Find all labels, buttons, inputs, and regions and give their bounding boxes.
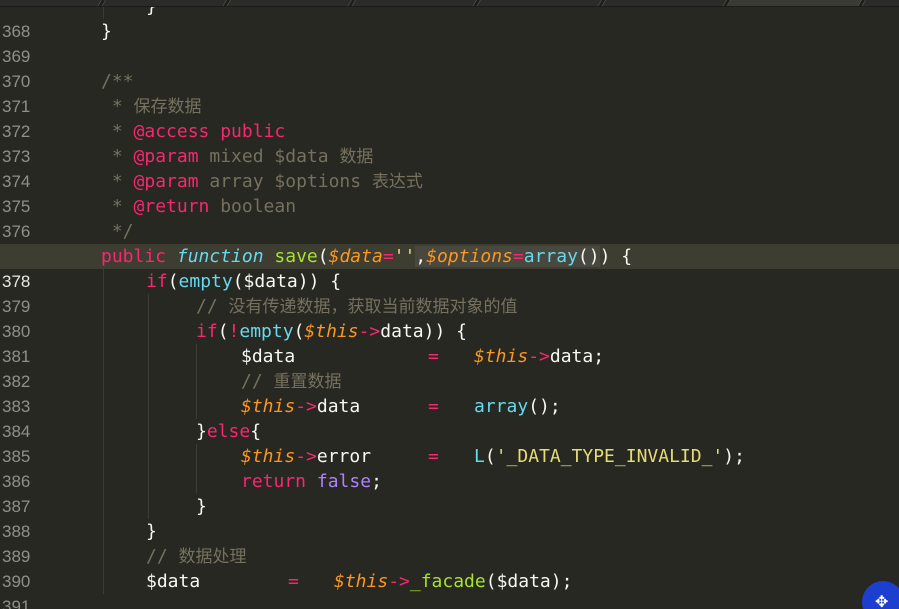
code-line: 374 * @param mixed $data 数据: [0, 144, 899, 191]
code-line: 370: [0, 44, 899, 91]
code-line: 369 }: [0, 19, 899, 66]
code-line: 375 * @param array $options 表达式: [0, 169, 899, 216]
code-text: }: [56, 7, 157, 19]
code-line-current: 378 public function save($data='',$optio…: [0, 244, 899, 291]
code-line: 371 /**: [0, 69, 899, 116]
code-text: $data = $this->_facade($data);: [146, 571, 573, 592]
code-line: 390 // 数据处理: [0, 544, 899, 591]
code-line: 388 }: [0, 494, 899, 541]
code-text: * @access public: [101, 121, 286, 142]
editor-tab[interactable]: [601, 0, 731, 6]
code-text: }: [196, 496, 207, 517]
editor-tab[interactable]: [0, 0, 106, 6]
editor-tab[interactable]: [861, 0, 899, 6]
code-text: // 数据处理: [146, 546, 247, 567]
editor-tab[interactable]: [101, 0, 231, 6]
code-text: // 没有传递数据，获取当前数据对象的值: [196, 296, 518, 317]
code-text: /**: [101, 71, 134, 92]
editor-tab[interactable]: [226, 0, 356, 6]
code-line: 391 $data = $this->_facade($data);: [0, 569, 899, 609]
move-cursor-icon: ✥: [875, 592, 889, 609]
code-text: if(empty($data)) {: [146, 271, 342, 292]
tab-bar: [0, 0, 899, 7]
code-text: * 保存数据: [101, 96, 202, 117]
code-line: 384 $this->data = array();: [0, 394, 899, 441]
code-line: 389 }: [0, 519, 899, 566]
code-line: 385 }else{: [0, 419, 899, 466]
code-text: return false;: [241, 471, 382, 492]
code-editor[interactable]: 368 } 369 } 370 371 /** 372 * 保存数据 373 *…: [0, 7, 899, 609]
editor-tab[interactable]: [476, 0, 606, 6]
code-line: 379 if(empty($data)) {: [0, 269, 899, 316]
code-line: 386 $this->error = L('_DATA_TYPE_INVALID_'…: [0, 444, 899, 491]
code-text: }: [146, 521, 157, 542]
code-text: $this->error = L('_DATA_TYPE_INVALID_');: [241, 446, 745, 467]
code-text: if(!empty($this->data)) {: [196, 321, 467, 342]
editor-tab-active[interactable]: [726, 0, 866, 6]
code-text: * @param array $options 表达式: [101, 171, 423, 192]
code-text: * @param mixed $data 数据: [101, 146, 374, 167]
code-line: 380 // 没有传递数据，获取当前数据对象的值: [0, 294, 899, 341]
text-selection: ,$options=array(): [415, 246, 600, 267]
code-text: }: [101, 21, 112, 42]
code-text: $data = $this->data;: [241, 346, 605, 367]
code-text: // 重置数据: [241, 371, 342, 392]
code-line: 377 */: [0, 219, 899, 266]
code-text: * @return boolean: [101, 196, 297, 217]
code-line: 382 $data = $this->data;: [0, 344, 899, 391]
code-line: 376 * @return boolean: [0, 194, 899, 241]
code-line: 372 * 保存数据: [0, 94, 899, 141]
code-text: }else{: [196, 421, 262, 442]
editor-tab[interactable]: [351, 0, 481, 6]
code-line: 368 }: [0, 7, 899, 41]
code-text: public function save($data='',$options=a…: [101, 246, 633, 267]
code-line: 381 if(!empty($this->data)) {: [0, 319, 899, 366]
code-text: */: [101, 221, 134, 242]
code-line: 373 * @access public: [0, 119, 899, 166]
code-line: 387 return false;: [0, 469, 899, 516]
line-number: 391: [2, 597, 31, 609]
code-text: $this->data = array();: [241, 396, 561, 417]
code-line: 383 // 重置数据: [0, 369, 899, 416]
